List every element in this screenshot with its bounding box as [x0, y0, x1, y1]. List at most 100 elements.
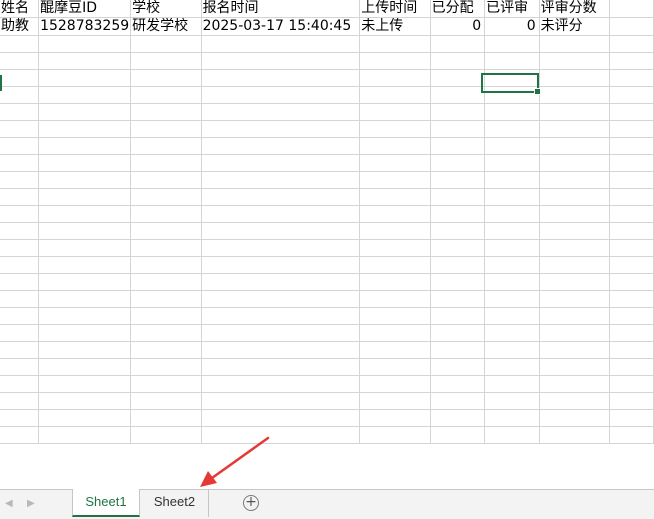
empty-cell[interactable] — [484, 137, 540, 155]
empty-cell[interactable] — [130, 86, 202, 104]
empty-cell[interactable] — [201, 154, 361, 172]
empty-cell[interactable] — [38, 52, 132, 70]
empty-cell[interactable] — [38, 392, 132, 410]
empty-cell[interactable] — [539, 171, 611, 189]
empty-cell[interactable] — [201, 69, 361, 87]
empty-cell[interactable] — [484, 256, 540, 274]
empty-cell[interactable] — [609, 17, 654, 36]
empty-cell[interactable] — [201, 273, 361, 291]
empty-cell[interactable] — [539, 86, 611, 104]
empty-cell[interactable] — [539, 35, 611, 53]
empty-cell[interactable] — [430, 375, 486, 393]
cell-grid[interactable]: 姓名 醌摩豆ID 学校 报名时间 上传时间 已分配 已评审 评审分数 助教 1528783259 研… — [0, 0, 654, 444]
empty-cell[interactable] — [201, 35, 361, 53]
empty-cell[interactable] — [130, 273, 202, 291]
empty-cell[interactable] — [130, 154, 202, 172]
empty-cell[interactable] — [609, 86, 654, 104]
empty-cell[interactable] — [201, 341, 361, 359]
empty-cell[interactable] — [38, 35, 132, 53]
empty-cell[interactable] — [359, 35, 431, 53]
empty-cell[interactable] — [609, 375, 654, 393]
empty-cell[interactable] — [609, 307, 654, 325]
empty-cell[interactable] — [0, 409, 40, 427]
worksheet-area[interactable]: 姓名 醌摩豆ID 学校 报名时间 上传时间 已分配 已评审 评审分数 助教 1528783259 研… — [0, 0, 654, 489]
empty-cell[interactable] — [430, 222, 486, 240]
empty-cell[interactable] — [38, 307, 132, 325]
empty-cell[interactable] — [609, 358, 654, 376]
empty-cell[interactable] — [430, 188, 486, 206]
empty-cell[interactable] — [359, 273, 431, 291]
empty-cell[interactable] — [201, 171, 361, 189]
empty-cell[interactable] — [0, 120, 40, 138]
empty-cell[interactable] — [359, 239, 431, 257]
empty-cell[interactable] — [359, 120, 431, 138]
empty-cell[interactable] — [484, 222, 540, 240]
empty-cell[interactable] — [0, 426, 40, 444]
empty-cell[interactable] — [38, 120, 132, 138]
empty-cell[interactable] — [430, 205, 486, 223]
empty-cell[interactable] — [359, 324, 431, 342]
empty-cell[interactable] — [359, 256, 431, 274]
data-cell[interactable]: 未评分 — [539, 17, 611, 36]
empty-cell[interactable] — [201, 205, 361, 223]
empty-cell[interactable] — [201, 392, 361, 410]
empty-cell[interactable] — [484, 341, 540, 359]
empty-cell[interactable] — [38, 256, 132, 274]
empty-cell[interactable] — [539, 256, 611, 274]
empty-cell[interactable] — [201, 290, 361, 308]
empty-cell[interactable] — [359, 86, 431, 104]
empty-cell[interactable] — [359, 222, 431, 240]
empty-cell[interactable] — [201, 52, 361, 70]
empty-cell[interactable] — [430, 154, 486, 172]
empty-cell[interactable] — [38, 290, 132, 308]
data-cell[interactable]: 2025-03-17 15:40:45 — [201, 17, 361, 36]
empty-cell[interactable] — [609, 256, 654, 274]
empty-cell[interactable] — [130, 290, 202, 308]
empty-cell[interactable] — [0, 358, 40, 376]
empty-cell[interactable] — [0, 324, 40, 342]
empty-cell[interactable] — [484, 239, 540, 257]
data-cell[interactable]: 研发学校 — [130, 17, 202, 36]
empty-cell[interactable] — [430, 120, 486, 138]
empty-cell[interactable] — [609, 239, 654, 257]
empty-cell[interactable] — [430, 86, 486, 104]
header-cell[interactable]: 醌摩豆ID — [38, 0, 132, 18]
empty-cell[interactable] — [609, 120, 654, 138]
empty-cell[interactable] — [430, 171, 486, 189]
scroll-tabs-left-icon[interactable]: ◀ — [5, 498, 13, 509]
empty-cell[interactable] — [130, 426, 202, 444]
empty-cell[interactable] — [430, 256, 486, 274]
empty-cell[interactable] — [201, 120, 361, 138]
empty-cell[interactable] — [430, 69, 486, 87]
empty-cell[interactable] — [201, 137, 361, 155]
empty-cell[interactable] — [484, 307, 540, 325]
empty-cell[interactable] — [130, 307, 202, 325]
empty-cell[interactable] — [539, 409, 611, 427]
empty-cell[interactable] — [0, 154, 40, 172]
empty-cell[interactable] — [539, 52, 611, 70]
empty-cell[interactable] — [359, 409, 431, 427]
empty-cell[interactable] — [539, 137, 611, 155]
empty-cell[interactable] — [609, 188, 654, 206]
empty-cell[interactable] — [609, 103, 654, 121]
empty-cell[interactable] — [38, 341, 132, 359]
empty-cell[interactable] — [609, 69, 654, 87]
empty-cell[interactable] — [539, 375, 611, 393]
empty-cell[interactable] — [38, 426, 132, 444]
empty-cell[interactable] — [609, 290, 654, 308]
empty-cell[interactable] — [539, 205, 611, 223]
tab-sheet1[interactable]: Sheet1 — [72, 489, 140, 517]
empty-cell[interactable] — [38, 239, 132, 257]
empty-cell[interactable] — [539, 222, 611, 240]
tab-sheet2[interactable]: Sheet2 — [141, 489, 209, 517]
empty-cell[interactable] — [430, 273, 486, 291]
data-cell[interactable]: 0 — [430, 17, 486, 36]
empty-cell[interactable] — [38, 86, 132, 104]
empty-cell[interactable] — [359, 205, 431, 223]
empty-cell[interactable] — [539, 154, 611, 172]
empty-cell[interactable] — [484, 324, 540, 342]
empty-cell[interactable] — [359, 171, 431, 189]
empty-cell[interactable] — [0, 290, 40, 308]
empty-cell[interactable] — [609, 341, 654, 359]
empty-cell[interactable] — [609, 205, 654, 223]
